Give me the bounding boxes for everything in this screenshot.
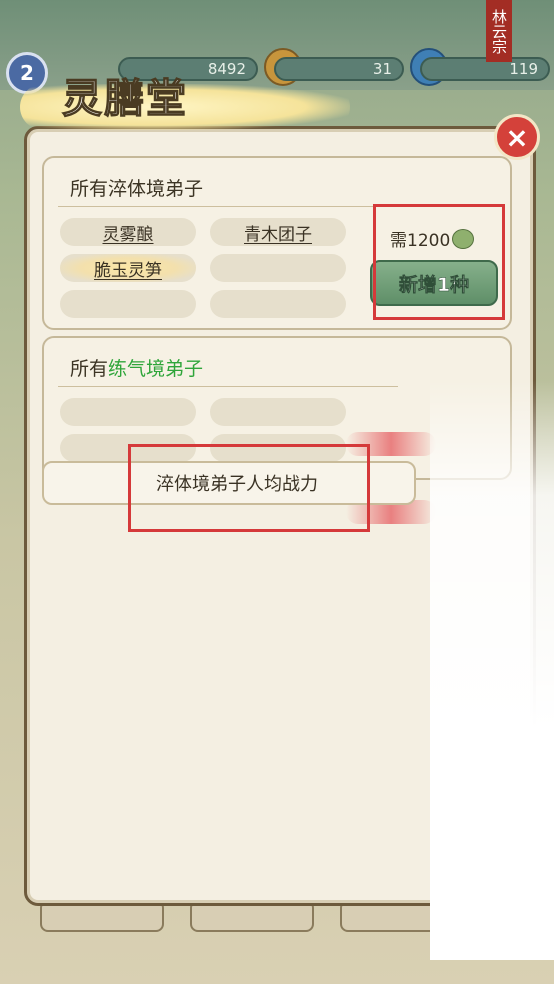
dish-slot-1[interactable]: 灵雾酿	[60, 218, 196, 246]
tier2-slot-2[interactable]	[210, 398, 346, 426]
dish-slot-2[interactable]: 青木团子	[210, 218, 346, 246]
tier1-title: 所有淬体境弟子	[70, 178, 204, 200]
panel-title: 灵膳堂	[61, 74, 188, 122]
resource-value-1: 8492	[207, 60, 246, 78]
resource-counter-2: 31	[274, 57, 404, 81]
highlight-box-cost	[373, 204, 505, 320]
tier2-divider	[58, 386, 398, 387]
tooltip-text: 淬体境弟子人均战力	[156, 474, 318, 495]
resource-value-3: 119	[509, 60, 538, 78]
dish-slot-3[interactable]: 脆玉灵笋	[60, 254, 196, 282]
sect-name-tag: 林云宗	[486, 0, 512, 62]
tier2-slot-1[interactable]	[60, 398, 196, 426]
dish-slot-4[interactable]	[210, 254, 346, 282]
resource-counter-3: 119	[420, 57, 550, 81]
tier2-title-highlight: 练气境弟子	[108, 358, 204, 380]
close-icon: ×	[505, 120, 529, 154]
dish-slot-6[interactable]	[210, 290, 346, 318]
close-button[interactable]: ×	[494, 114, 540, 160]
tier2-title-prefix: 所有	[70, 358, 109, 380]
dish-slot-5[interactable]	[60, 290, 196, 318]
level-text: 2	[20, 61, 34, 85]
tier2-title: 所有练气境弟子	[70, 354, 203, 381]
tier1-divider	[58, 206, 398, 207]
resource-value-2: 31	[372, 60, 392, 78]
watermark-overlay	[430, 380, 554, 960]
